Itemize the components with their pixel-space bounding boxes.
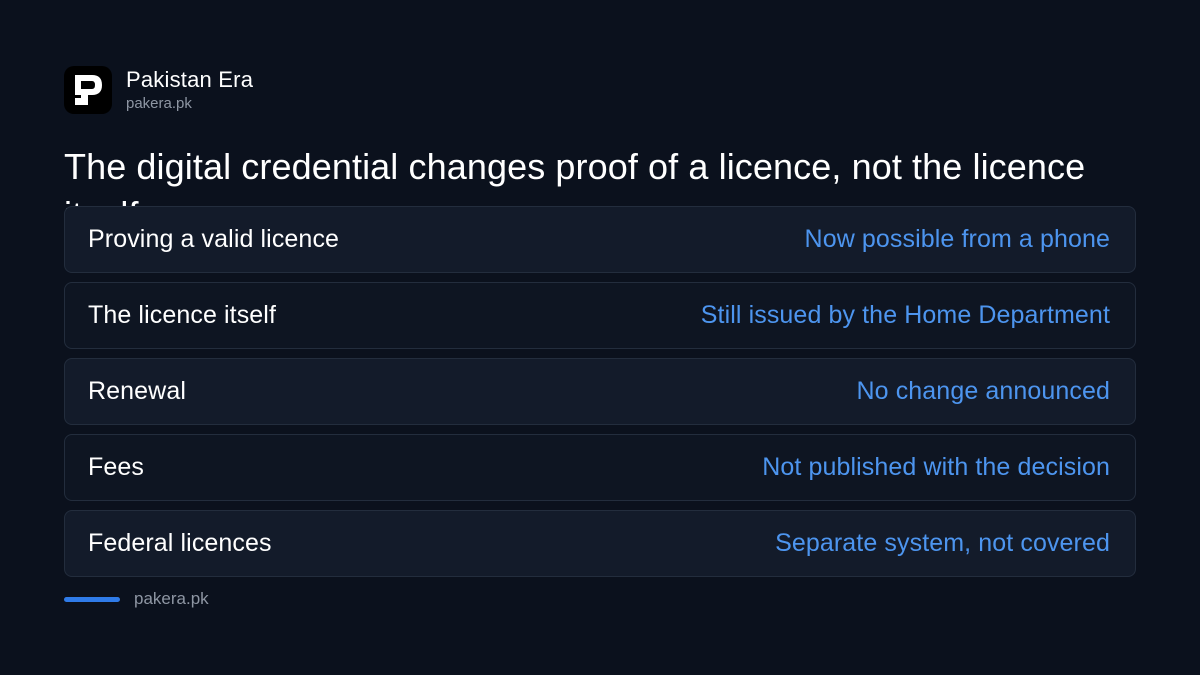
- row-value: Still issued by the Home Department: [700, 301, 1110, 329]
- brand-url: pakera.pk: [126, 94, 192, 112]
- row-value: Now possible from a phone: [804, 225, 1110, 253]
- row-label: The licence itself: [88, 301, 276, 329]
- comparison-list: Proving a valid licence Now possible fro…: [64, 206, 1136, 586]
- row-label: Renewal: [88, 377, 186, 405]
- comparison-row: Federal licences Separate system, not co…: [64, 510, 1136, 577]
- comparison-row: Proving a valid licence Now possible fro…: [64, 206, 1136, 273]
- accent-bar: [64, 596, 120, 602]
- footer: pakera.pk: [64, 588, 209, 610]
- pakistan-era-logo-icon: [64, 66, 112, 114]
- row-label: Federal licences: [88, 529, 272, 557]
- row-label: Fees: [88, 453, 144, 481]
- row-value: Separate system, not covered: [775, 529, 1110, 557]
- row-value: No change announced: [856, 377, 1110, 405]
- comparison-row: The licence itself Still issued by the H…: [64, 282, 1136, 349]
- row-value: Not published with the decision: [762, 453, 1110, 481]
- brand-header: Pakistan Era pakera.pk: [64, 66, 253, 114]
- comparison-row: Renewal No change announced: [64, 358, 1136, 425]
- footer-url: pakera.pk: [134, 589, 209, 608]
- row-label: Proving a valid licence: [88, 225, 340, 253]
- comparison-row: Fees Not published with the decision: [64, 434, 1136, 501]
- brand-name: Pakistan Era: [126, 66, 254, 92]
